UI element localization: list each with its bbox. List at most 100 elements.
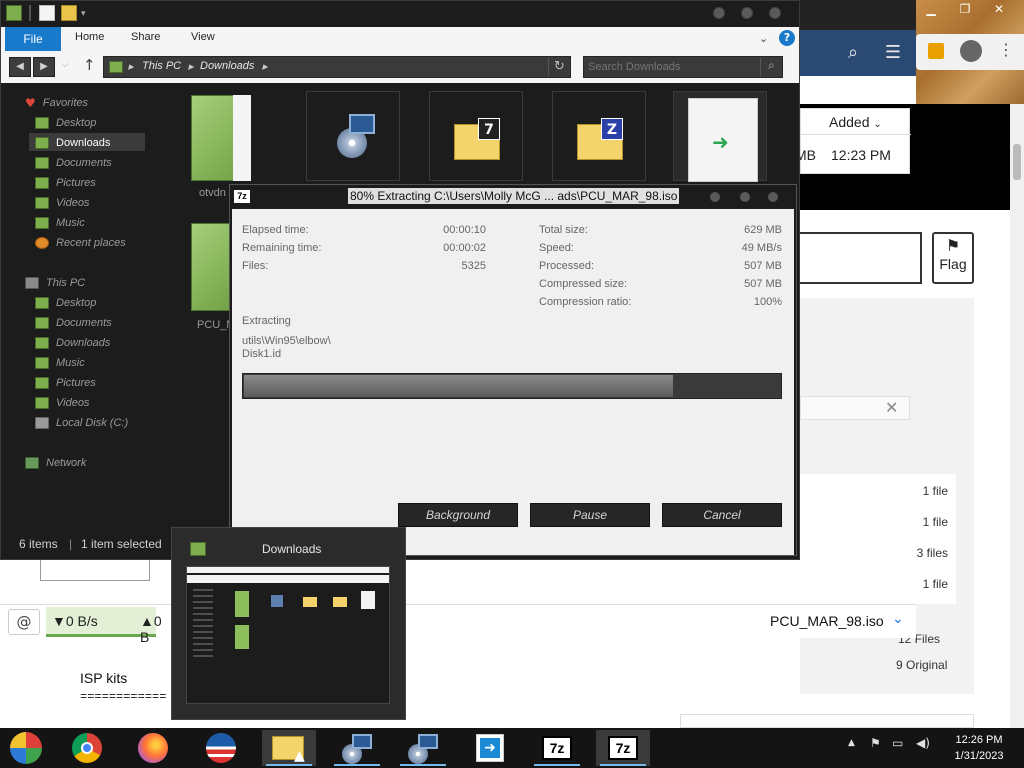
taskbar-7zip[interactable]: 7z bbox=[530, 730, 584, 766]
new-folder-icon[interactable] bbox=[61, 5, 77, 21]
close-button[interactable] bbox=[768, 192, 778, 202]
address-bar[interactable]: ▸ This PC ▸ Downloads ▸ ↻ bbox=[103, 56, 571, 78]
tab-view[interactable]: View bbox=[191, 31, 215, 43]
network-icon[interactable]: ▭ bbox=[892, 736, 903, 750]
recent-places-icon bbox=[35, 237, 49, 249]
nav-pc-documents[interactable]: Documents bbox=[35, 315, 112, 331]
browser-profile-bar: ⋮ bbox=[916, 34, 1024, 70]
taskbar-setup[interactable] bbox=[330, 730, 384, 766]
recent-locations-icon[interactable]: ⌵ bbox=[61, 59, 69, 70]
sidepanel-icon[interactable] bbox=[928, 43, 944, 59]
monitor-icon bbox=[418, 734, 438, 749]
up-arrow-icon[interactable]: ↑ bbox=[83, 56, 96, 74]
download-file-name[interactable]: PCU_MAR_98.iso bbox=[770, 613, 884, 629]
forward-button[interactable]: ▶ bbox=[33, 57, 55, 77]
restore-icon[interactable]: ❐ bbox=[952, 2, 978, 18]
nav-music[interactable]: Music bbox=[35, 215, 85, 231]
taskbar-file-explorer[interactable]: ▲ bbox=[262, 730, 316, 766]
nav-this-pc[interactable]: This PC bbox=[25, 275, 85, 291]
separator bbox=[29, 5, 31, 21]
properties-icon[interactable] bbox=[39, 5, 55, 21]
refresh-icon[interactable]: ↻ bbox=[548, 58, 570, 76]
start-orb-icon bbox=[10, 732, 42, 764]
downloads-icon bbox=[35, 337, 49, 349]
file-tile[interactable]: 7 bbox=[429, 91, 523, 181]
search-box[interactable]: ⌕ bbox=[583, 56, 783, 78]
close-icon[interactable]: ✕ bbox=[986, 2, 1012, 18]
added-column-header[interactable]: Added ⌄ bbox=[801, 109, 911, 135]
nav-desktop[interactable]: Desktop bbox=[35, 115, 96, 131]
nav-network[interactable]: Network bbox=[25, 455, 86, 471]
expand-ribbon-icon[interactable]: ⌄ bbox=[759, 32, 768, 45]
minimize-button[interactable] bbox=[710, 192, 720, 202]
action-center-flag-icon[interactable]: ⚑ bbox=[870, 736, 881, 750]
taskbar-firefox[interactable] bbox=[128, 730, 182, 766]
nav-downloads[interactable]: Downloads bbox=[35, 135, 110, 151]
pause-button[interactable]: Pause bbox=[530, 503, 650, 527]
flag-button[interactable]: ⚑ Flag bbox=[932, 232, 974, 284]
volume-icon[interactable]: ◀) bbox=[916, 736, 930, 750]
tab-share[interactable]: Share bbox=[131, 31, 160, 43]
nav-documents[interactable]: Documents bbox=[35, 155, 112, 171]
nav-pc-pictures[interactable]: Pictures bbox=[35, 375, 96, 391]
search-icon[interactable]: ⌕ bbox=[842, 42, 864, 64]
nav-pc-music[interactable]: Music bbox=[35, 355, 85, 371]
start-button[interactable] bbox=[0, 730, 54, 766]
page-scrollbar[interactable] bbox=[1010, 104, 1024, 728]
back-button[interactable]: ◀ bbox=[9, 57, 31, 77]
file-tile[interactable] bbox=[306, 91, 400, 181]
avatar[interactable] bbox=[960, 40, 982, 62]
nav-favorites[interactable]: ♥ Favorites bbox=[25, 95, 88, 111]
taskbar-7zip-2[interactable]: 7z bbox=[596, 730, 650, 766]
nav-videos[interactable]: Videos bbox=[35, 195, 89, 211]
speed-value: 49 MB/s bbox=[741, 242, 782, 254]
taskbar-thumbnail-preview[interactable]: Downloads bbox=[171, 527, 406, 720]
nav-pc-downloads[interactable]: Downloads bbox=[35, 335, 110, 351]
taskbar-installer[interactable]: ➜ bbox=[464, 730, 518, 766]
7zip-icon: 7z bbox=[608, 736, 638, 760]
breadcrumb-this-pc[interactable]: This PC bbox=[142, 60, 181, 72]
panel-close-icon[interactable]: ✕ bbox=[885, 398, 898, 417]
nav-pc-desktop[interactable]: Desktop bbox=[35, 295, 96, 311]
folder-icon[interactable] bbox=[6, 5, 22, 21]
tab-home[interactable]: Home bbox=[75, 31, 104, 43]
breadcrumb-downloads[interactable]: Downloads bbox=[200, 60, 254, 72]
preview-window-thumbnail bbox=[186, 566, 390, 704]
search-icon[interactable]: ⌕ bbox=[760, 58, 782, 76]
extracting-label: Extracting bbox=[242, 315, 291, 327]
minimize-icon[interactable]: ▁ bbox=[918, 2, 944, 18]
search-input[interactable] bbox=[588, 59, 754, 75]
file-tile[interactable]: Z bbox=[552, 91, 646, 181]
nav-local-disk[interactable]: Local Disk (C:) bbox=[35, 415, 128, 431]
files-value: 5325 bbox=[461, 260, 486, 272]
background-button[interactable]: Background bbox=[398, 503, 518, 527]
nav-pc-videos[interactable]: Videos bbox=[35, 395, 89, 411]
chevron-down-icon[interactable]: ⌄ bbox=[892, 611, 904, 627]
cancel-button[interactable]: Cancel bbox=[662, 503, 782, 527]
kebab-menu-icon[interactable]: ⋮ bbox=[998, 40, 1014, 59]
snail-icon[interactable]: @ bbox=[8, 609, 40, 635]
taskbar-app[interactable] bbox=[196, 730, 250, 766]
taskbar: ▲ ➜ 7z 7z ▲ ⚑ ▭ ◀) 12:26 PM 1/31/2023 bbox=[0, 728, 1024, 768]
taskbar-chrome[interactable] bbox=[62, 730, 116, 766]
nav-pictures[interactable]: Pictures bbox=[35, 175, 96, 191]
file-tile-selected[interactable]: ➜ bbox=[673, 91, 767, 182]
maximize-button[interactable] bbox=[740, 192, 750, 202]
taskbar-setup-2[interactable] bbox=[396, 730, 450, 766]
close-button[interactable] bbox=[769, 7, 781, 19]
hamburger-menu-icon[interactable]: ☰ bbox=[882, 42, 904, 64]
system-clock[interactable]: 12:26 PM 1/31/2023 bbox=[944, 732, 1014, 764]
file-list: 1 file 1 file 3 files 1 file bbox=[800, 474, 956, 604]
nav-recent-places[interactable]: Recent places bbox=[35, 235, 126, 251]
tab-file[interactable]: File bbox=[5, 27, 61, 51]
file-tile[interactable] bbox=[183, 93, 277, 183]
show-hidden-icons-icon[interactable]: ▲ bbox=[848, 738, 855, 748]
breadcrumb-separator: ▸ bbox=[188, 61, 194, 73]
green-arrow-icon: ➜ bbox=[712, 130, 729, 154]
compressed-size-value: 507 MB bbox=[744, 278, 782, 290]
customize-qat-icon[interactable]: ▾ bbox=[81, 9, 97, 25]
preview-title: Downloads bbox=[262, 542, 322, 556]
maximize-button[interactable] bbox=[741, 7, 753, 19]
help-button[interactable]: ? bbox=[779, 30, 795, 46]
minimize-button[interactable] bbox=[713, 7, 725, 19]
